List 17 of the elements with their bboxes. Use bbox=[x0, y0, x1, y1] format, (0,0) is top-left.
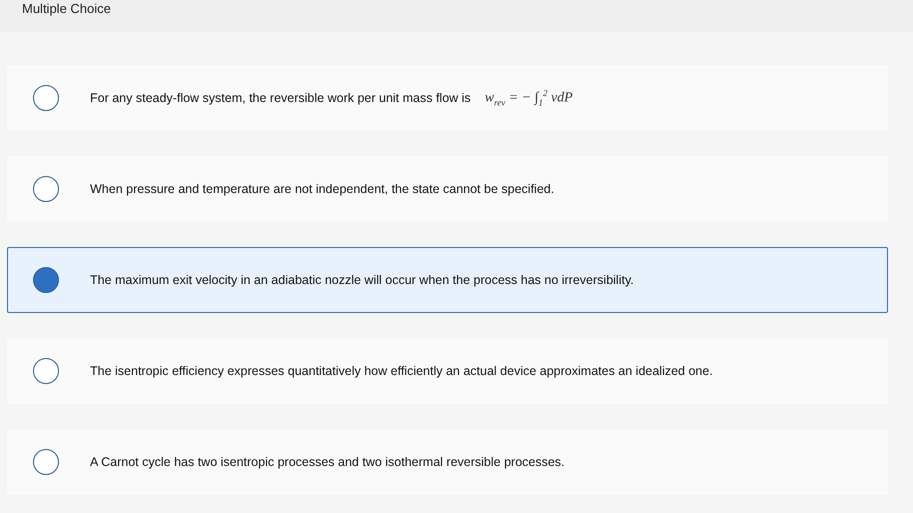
option-text: When pressure and temperature are not independent, the state cannot be specified. bbox=[90, 182, 554, 196]
radio-button[interactable] bbox=[33, 449, 59, 475]
option-text: The maximum exit velocity in an adiabatic nozzle will occur when the process has no irreversibility. bbox=[90, 273, 634, 287]
option-text: The isentropic efficiency expresses quantitatively how efficiently an actual device approximates an idealized one. bbox=[90, 364, 713, 378]
radio-button[interactable] bbox=[33, 358, 59, 384]
formula: w$_{rev}$ = − ∫$_{1}$$^{2}$ vdP bbox=[484, 88, 573, 108]
radio-button[interactable] bbox=[33, 176, 59, 202]
answer-option[interactable]: A Carnot cycle has two isentropic processes and two isothermal reversible processes. bbox=[7, 429, 888, 495]
radio-button[interactable] bbox=[33, 85, 59, 111]
radio-button[interactable] bbox=[33, 267, 59, 293]
option-text: A Carnot cycle has two isentropic processes and two isothermal reversible processes. bbox=[90, 455, 565, 469]
option-text: For any steady-flow system, the reversible work per unit mass flow is bbox=[90, 91, 471, 105]
answer-option[interactable]: For any steady-flow system, the reversible work per unit mass flow is w$_{rev}$ = − ∫$_{1}$$^{2}$ vdP bbox=[7, 65, 888, 131]
section-title: Multiple Choice bbox=[22, 1, 111, 16]
answer-option[interactable]: The isentropic efficiency expresses quantitatively how efficiently an actual device approximates an idealized one. bbox=[7, 338, 888, 404]
answer-option[interactable]: When pressure and temperature are not independent, the state cannot be specified. bbox=[7, 156, 888, 222]
answer-option[interactable]: The maximum exit velocity in an adiabatic nozzle will occur when the process has no irreversibility. bbox=[7, 247, 888, 313]
